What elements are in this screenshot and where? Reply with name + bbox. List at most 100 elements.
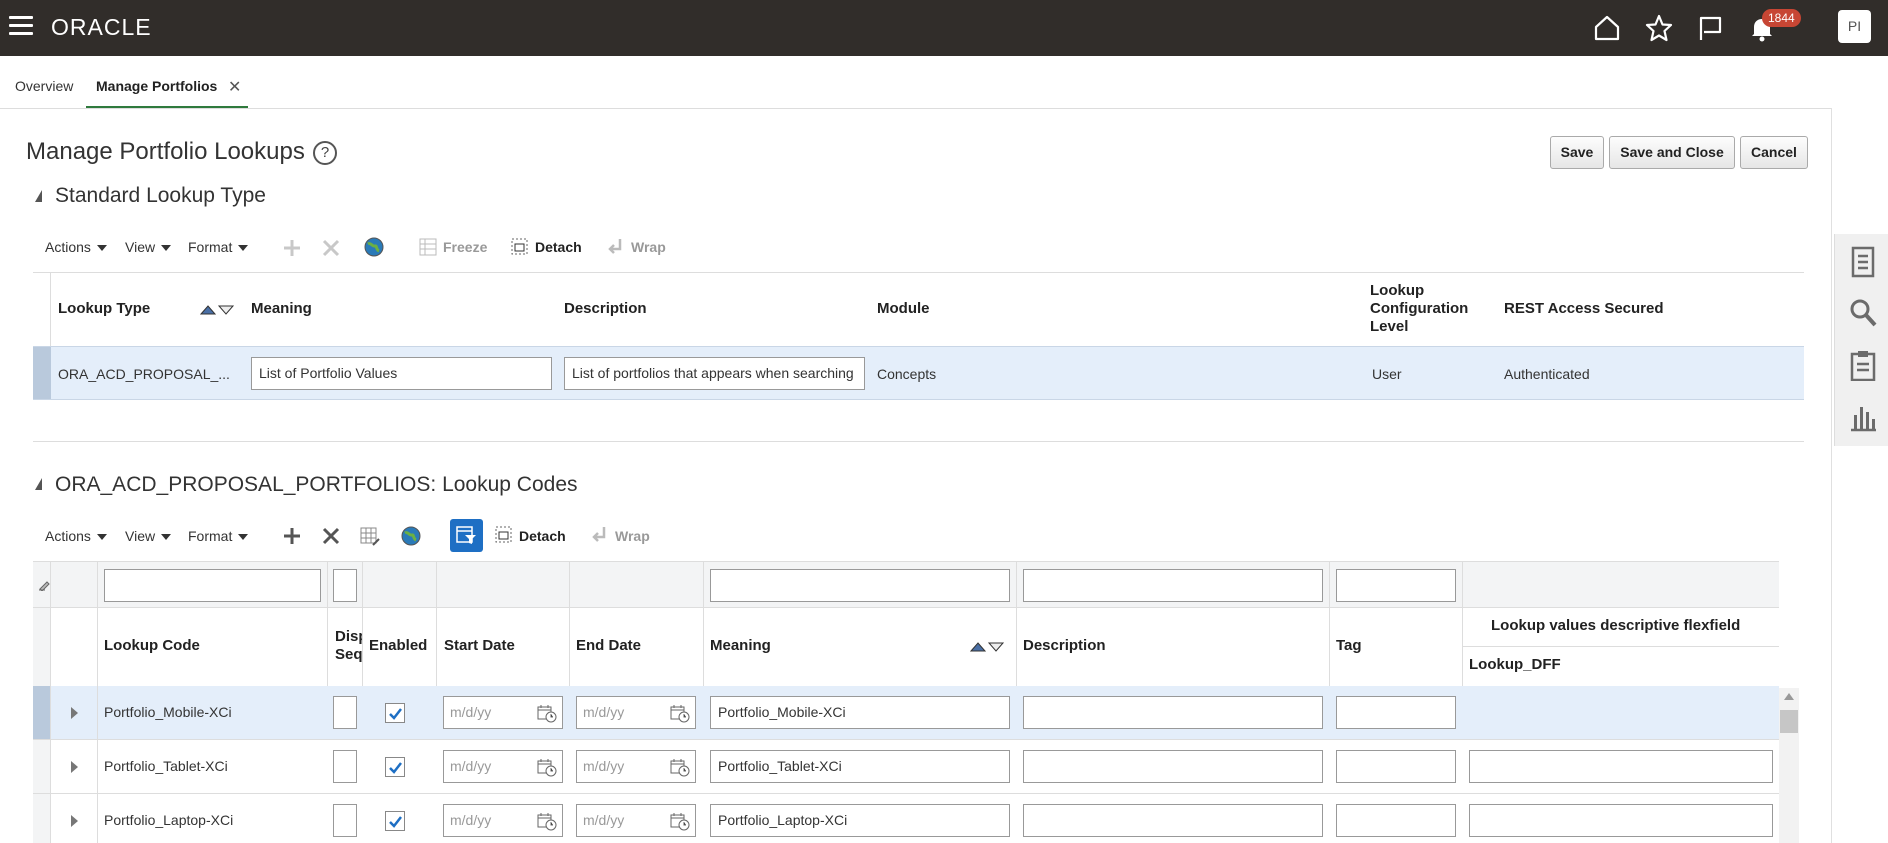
end-date-input[interactable]: m/d/yy — [576, 750, 696, 783]
user-avatar[interactable]: PI — [1838, 10, 1871, 43]
save-button[interactable]: Save — [1550, 136, 1604, 169]
column-header-description[interactable]: Description — [1023, 637, 1106, 654]
description-input[interactable] — [1023, 696, 1323, 729]
translations-globe-icon[interactable] — [363, 236, 385, 258]
add-row-icon[interactable] — [282, 526, 302, 546]
meaning-input[interactable]: Portfolio_Tablet-XCi — [710, 750, 1010, 783]
collapse-section-icon[interactable] — [35, 190, 42, 202]
hamburger-menu-icon[interactable] — [9, 16, 33, 38]
description-input[interactable] — [1023, 804, 1323, 837]
end-date-input[interactable]: m/d/yy — [576, 696, 696, 729]
tag-input[interactable] — [1336, 804, 1456, 837]
filter-lookup-code-input[interactable] — [104, 569, 321, 602]
calendar-icon[interactable] — [670, 811, 690, 842]
meaning-input[interactable]: Portfolio_Mobile-XCi — [710, 696, 1010, 729]
sort-icon[interactable] — [970, 640, 1004, 652]
clipboard-icon[interactable] — [1849, 349, 1877, 381]
column-header-disp-seq-bottom[interactable]: Seq — [335, 646, 362, 663]
freeze-button[interactable]: Freeze — [443, 239, 487, 255]
column-header-tag[interactable]: Tag — [1336, 637, 1362, 654]
meaning-input[interactable]: List of Portfolio Values — [251, 357, 552, 390]
tag-input[interactable] — [1336, 696, 1456, 729]
close-tab-icon[interactable]: ✕ — [228, 77, 241, 97]
collapse-section-icon[interactable] — [35, 478, 42, 490]
sort-icon[interactable] — [200, 303, 234, 315]
tab-manage-portfolios[interactable]: Manage Portfolios — [96, 78, 217, 94]
row-selector[interactable] — [33, 686, 51, 739]
notification-count-badge[interactable]: 1844 — [1762, 9, 1801, 27]
vertical-scrollbar[interactable] — [1779, 688, 1799, 843]
format-menu[interactable]: Format — [188, 528, 249, 544]
meaning-input[interactable]: Portfolio_Laptop-XCi — [710, 804, 1010, 837]
column-header-config-level[interactable]: Lookup Configuration Level — [1370, 282, 1480, 336]
clear-filter-icon[interactable] — [38, 579, 50, 591]
table-row[interactable]: ORA_ACD_PROPOSAL_... List of Portfolio V… — [33, 346, 1804, 400]
start-date-input[interactable]: m/d/yy — [443, 750, 563, 783]
document-icon[interactable] — [1849, 246, 1877, 278]
column-header-meaning[interactable]: Meaning — [710, 637, 771, 654]
display-sequence-input[interactable] — [333, 696, 357, 729]
column-header-meaning[interactable]: Meaning — [251, 300, 312, 317]
table-row[interactable]: Portfolio_Laptop-XCi m/d/yy m/d/yy Portfoli… — [33, 794, 1779, 843]
end-date-input[interactable]: m/d/yy — [576, 804, 696, 837]
cancel-button[interactable]: Cancel — [1740, 136, 1808, 169]
column-header-end-date[interactable]: End Date — [576, 637, 641, 654]
row-selector[interactable] — [33, 740, 51, 793]
detach-button[interactable]: Detach — [535, 239, 582, 255]
description-input[interactable]: List of portfolios that appears when sea… — [564, 357, 865, 390]
column-header-description[interactable]: Description — [564, 300, 647, 317]
display-sequence-input[interactable] — [333, 750, 357, 783]
expand-row-icon[interactable] — [71, 761, 78, 773]
query-by-example-toggle[interactable] — [450, 519, 483, 552]
column-header-start-date[interactable]: Start Date — [444, 637, 515, 654]
tab-overview[interactable]: Overview — [15, 78, 73, 94]
view-menu[interactable]: View — [125, 239, 172, 255]
calendar-icon[interactable] — [537, 757, 557, 788]
display-sequence-input[interactable] — [333, 804, 357, 837]
add-row-icon[interactable] — [282, 238, 302, 258]
enabled-checkbox[interactable] — [385, 811, 405, 831]
flag-icon[interactable] — [1694, 12, 1726, 44]
expand-row-icon[interactable] — [71, 815, 78, 827]
calendar-icon[interactable] — [670, 757, 690, 788]
table-edit-icon[interactable] — [359, 525, 381, 547]
table-row[interactable]: Portfolio_Tablet-XCi m/d/yy m/d/yy Portfoli… — [33, 740, 1779, 794]
filter-meaning-input[interactable] — [710, 569, 1010, 602]
column-header-rest-access[interactable]: REST Access Secured — [1504, 300, 1664, 317]
favorites-star-icon[interactable] — [1643, 12, 1675, 44]
save-and-close-button[interactable]: Save and Close — [1609, 136, 1735, 169]
wrap-button[interactable]: Wrap — [631, 239, 666, 255]
start-date-input[interactable]: m/d/yy — [443, 696, 563, 729]
wrap-button[interactable]: Wrap — [615, 528, 650, 544]
column-header-lookup-code[interactable]: Lookup Code — [104, 637, 200, 654]
filter-disp-seq-input[interactable] — [333, 569, 357, 602]
column-header-disp-seq-top[interactable]: Disp — [335, 628, 362, 645]
scrollbar-thumb[interactable] — [1780, 710, 1798, 733]
filter-tag-input[interactable] — [1336, 569, 1456, 602]
detach-button[interactable]: Detach — [519, 528, 566, 544]
view-menu[interactable]: View — [125, 528, 172, 544]
lookup-dff-input[interactable] — [1469, 750, 1773, 783]
tag-input[interactable] — [1336, 750, 1456, 783]
filter-description-input[interactable] — [1023, 569, 1323, 602]
search-icon[interactable] — [1849, 297, 1877, 329]
description-input[interactable] — [1023, 750, 1323, 783]
calendar-icon[interactable] — [537, 811, 557, 842]
actions-menu[interactable]: Actions — [45, 239, 107, 255]
enabled-checkbox[interactable] — [385, 757, 405, 777]
expand-row-icon[interactable] — [71, 707, 78, 719]
help-icon[interactable]: ? — [313, 141, 337, 165]
lookup-dff-input[interactable] — [1469, 804, 1773, 837]
calendar-icon[interactable] — [537, 703, 557, 734]
delete-row-icon[interactable] — [321, 526, 341, 546]
row-selector[interactable] — [33, 794, 51, 843]
delete-row-icon[interactable] — [321, 238, 341, 258]
column-header-enabled[interactable]: Enabled — [369, 637, 427, 654]
oracle-logo[interactable]: ORACLE — [51, 14, 152, 41]
column-header-lookup-dff[interactable]: Lookup_DFF — [1469, 656, 1561, 673]
column-header-module[interactable]: Module — [877, 300, 930, 317]
start-date-input[interactable]: m/d/yy — [443, 804, 563, 837]
column-header-lookup-type[interactable]: Lookup Type — [58, 300, 150, 317]
actions-menu[interactable]: Actions — [45, 528, 107, 544]
translations-globe-icon[interactable] — [400, 525, 422, 547]
